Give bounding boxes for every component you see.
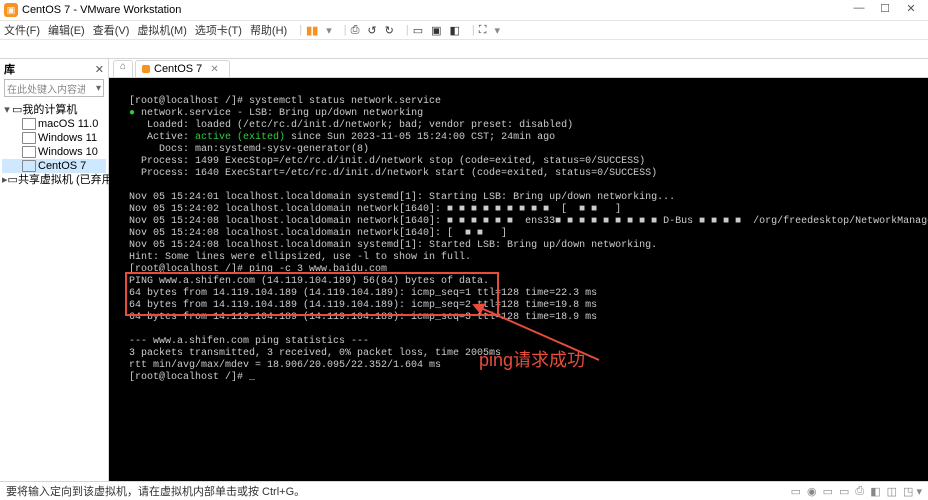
main-area: ⌂ CentOS 7 ✕ [root@localhost /]# systemc… bbox=[109, 59, 928, 485]
minimize-button[interactable]: — bbox=[846, 2, 872, 18]
tree-shared[interactable]: ▸▭ 共享虚拟机 (已弃用) bbox=[2, 173, 106, 187]
menu-view[interactable]: 查看(V) bbox=[93, 22, 130, 38]
status-text: 要将输入定向到该虚拟机，请在虚拟机内部单击或按 Ctrl+G。 bbox=[6, 483, 305, 499]
menu-help[interactable]: 帮助(H) bbox=[250, 22, 287, 38]
sidebar-close-icon[interactable]: ✕ bbox=[95, 63, 104, 76]
status-menu-icon[interactable]: ◳ ▾ bbox=[903, 485, 922, 498]
maximize-button[interactable]: ☐ bbox=[872, 2, 898, 18]
menu-file[interactable]: 文件(F) bbox=[4, 22, 40, 38]
vm-running-icon bbox=[142, 65, 150, 73]
statusbar: 要将输入定向到该虚拟机，请在虚拟机内部单击或按 Ctrl+G。 ▭ ◉ ▭ ▭ … bbox=[0, 481, 928, 500]
toolbar-full-icon[interactable]: ▭ bbox=[413, 24, 423, 37]
toolbar-thumb-icon[interactable]: ◧ bbox=[450, 24, 460, 37]
tree-root[interactable]: ▾▭ 我的计算机 bbox=[2, 103, 106, 117]
home-tab[interactable]: ⌂ bbox=[113, 60, 133, 77]
menubar: 文件(F) 编辑(E) 查看(V) 虚拟机(M) 选项卡(T) 帮助(H) | … bbox=[0, 21, 928, 39]
search-placeholder: 在此处键入内容进行搜索 bbox=[7, 81, 85, 96]
status-device-icon[interactable]: ◧ bbox=[870, 485, 880, 498]
status-device-icon[interactable]: ◫ bbox=[887, 485, 897, 498]
terminal[interactable]: [root@localhost /]# systemctl status net… bbox=[109, 78, 928, 485]
menu-vm[interactable]: 虚拟机(M) bbox=[137, 22, 187, 38]
highlight-box bbox=[125, 272, 499, 316]
toolbar bbox=[0, 39, 928, 59]
toolbar-unity-icon[interactable]: ▣ bbox=[431, 24, 441, 37]
pause-icon[interactable]: ▮▮ bbox=[306, 24, 318, 37]
tree-item[interactable]: Windows 10 bbox=[2, 145, 106, 159]
library-sidebar: 库 ✕ 在此处键入内容进行搜索 ▾ ▾▭ 我的计算机 macOS 11.0 Wi… bbox=[0, 59, 109, 485]
status-device-icon[interactable]: ▭ bbox=[839, 485, 849, 498]
status-device-icon[interactable]: ▭ bbox=[823, 485, 833, 498]
status-device-icon[interactable]: ▭ bbox=[791, 485, 801, 498]
close-button[interactable]: ✕ bbox=[898, 2, 924, 18]
tree-item[interactable]: Windows 11 bbox=[2, 131, 106, 145]
tree-item-selected[interactable]: CentOS 7 bbox=[2, 159, 106, 173]
search-input[interactable]: 在此处键入内容进行搜索 ▾ bbox=[4, 79, 104, 97]
sidebar-title: 库 bbox=[4, 61, 15, 77]
tree-item[interactable]: macOS 11.0 bbox=[2, 117, 106, 131]
annotation-label: ping请求成功 bbox=[479, 354, 585, 366]
app-icon: ▣ bbox=[4, 3, 18, 17]
vm-tree: ▾▭ 我的计算机 macOS 11.0 Windows 11 Windows 1… bbox=[0, 101, 108, 189]
status-device-icon[interactable]: ◉ bbox=[807, 485, 817, 498]
toolbar-manage-icon[interactable]: ↻ bbox=[385, 24, 394, 37]
toolbar-stretch-icon[interactable]: ⛶ bbox=[479, 24, 487, 37]
vm-tab-label: CentOS 7 bbox=[154, 63, 202, 75]
toolbar-revert-icon[interactable]: ↺ bbox=[367, 24, 376, 37]
menu-tabs[interactable]: 选项卡(T) bbox=[195, 22, 242, 38]
search-dropdown-icon[interactable]: ▾ bbox=[96, 83, 101, 94]
status-device-icon[interactable]: ⎙ bbox=[855, 485, 864, 498]
window-title: CentOS 7 - VMware Workstation bbox=[22, 4, 846, 16]
menu-edit[interactable]: 编辑(E) bbox=[48, 22, 85, 38]
vm-tab[interactable]: CentOS 7 ✕ bbox=[135, 60, 230, 77]
toolbar-snapshot-icon[interactable]: ⎙ bbox=[351, 24, 360, 37]
titlebar: ▣ CentOS 7 - VMware Workstation — ☐ ✕ bbox=[0, 0, 928, 21]
tab-close-icon[interactable]: ✕ bbox=[210, 64, 218, 75]
tabstrip: ⌂ CentOS 7 ✕ bbox=[109, 59, 928, 78]
status-icons: ▭ ◉ ▭ ▭ ⎙ ◧ ◫ ◳ ▾ bbox=[791, 485, 922, 498]
